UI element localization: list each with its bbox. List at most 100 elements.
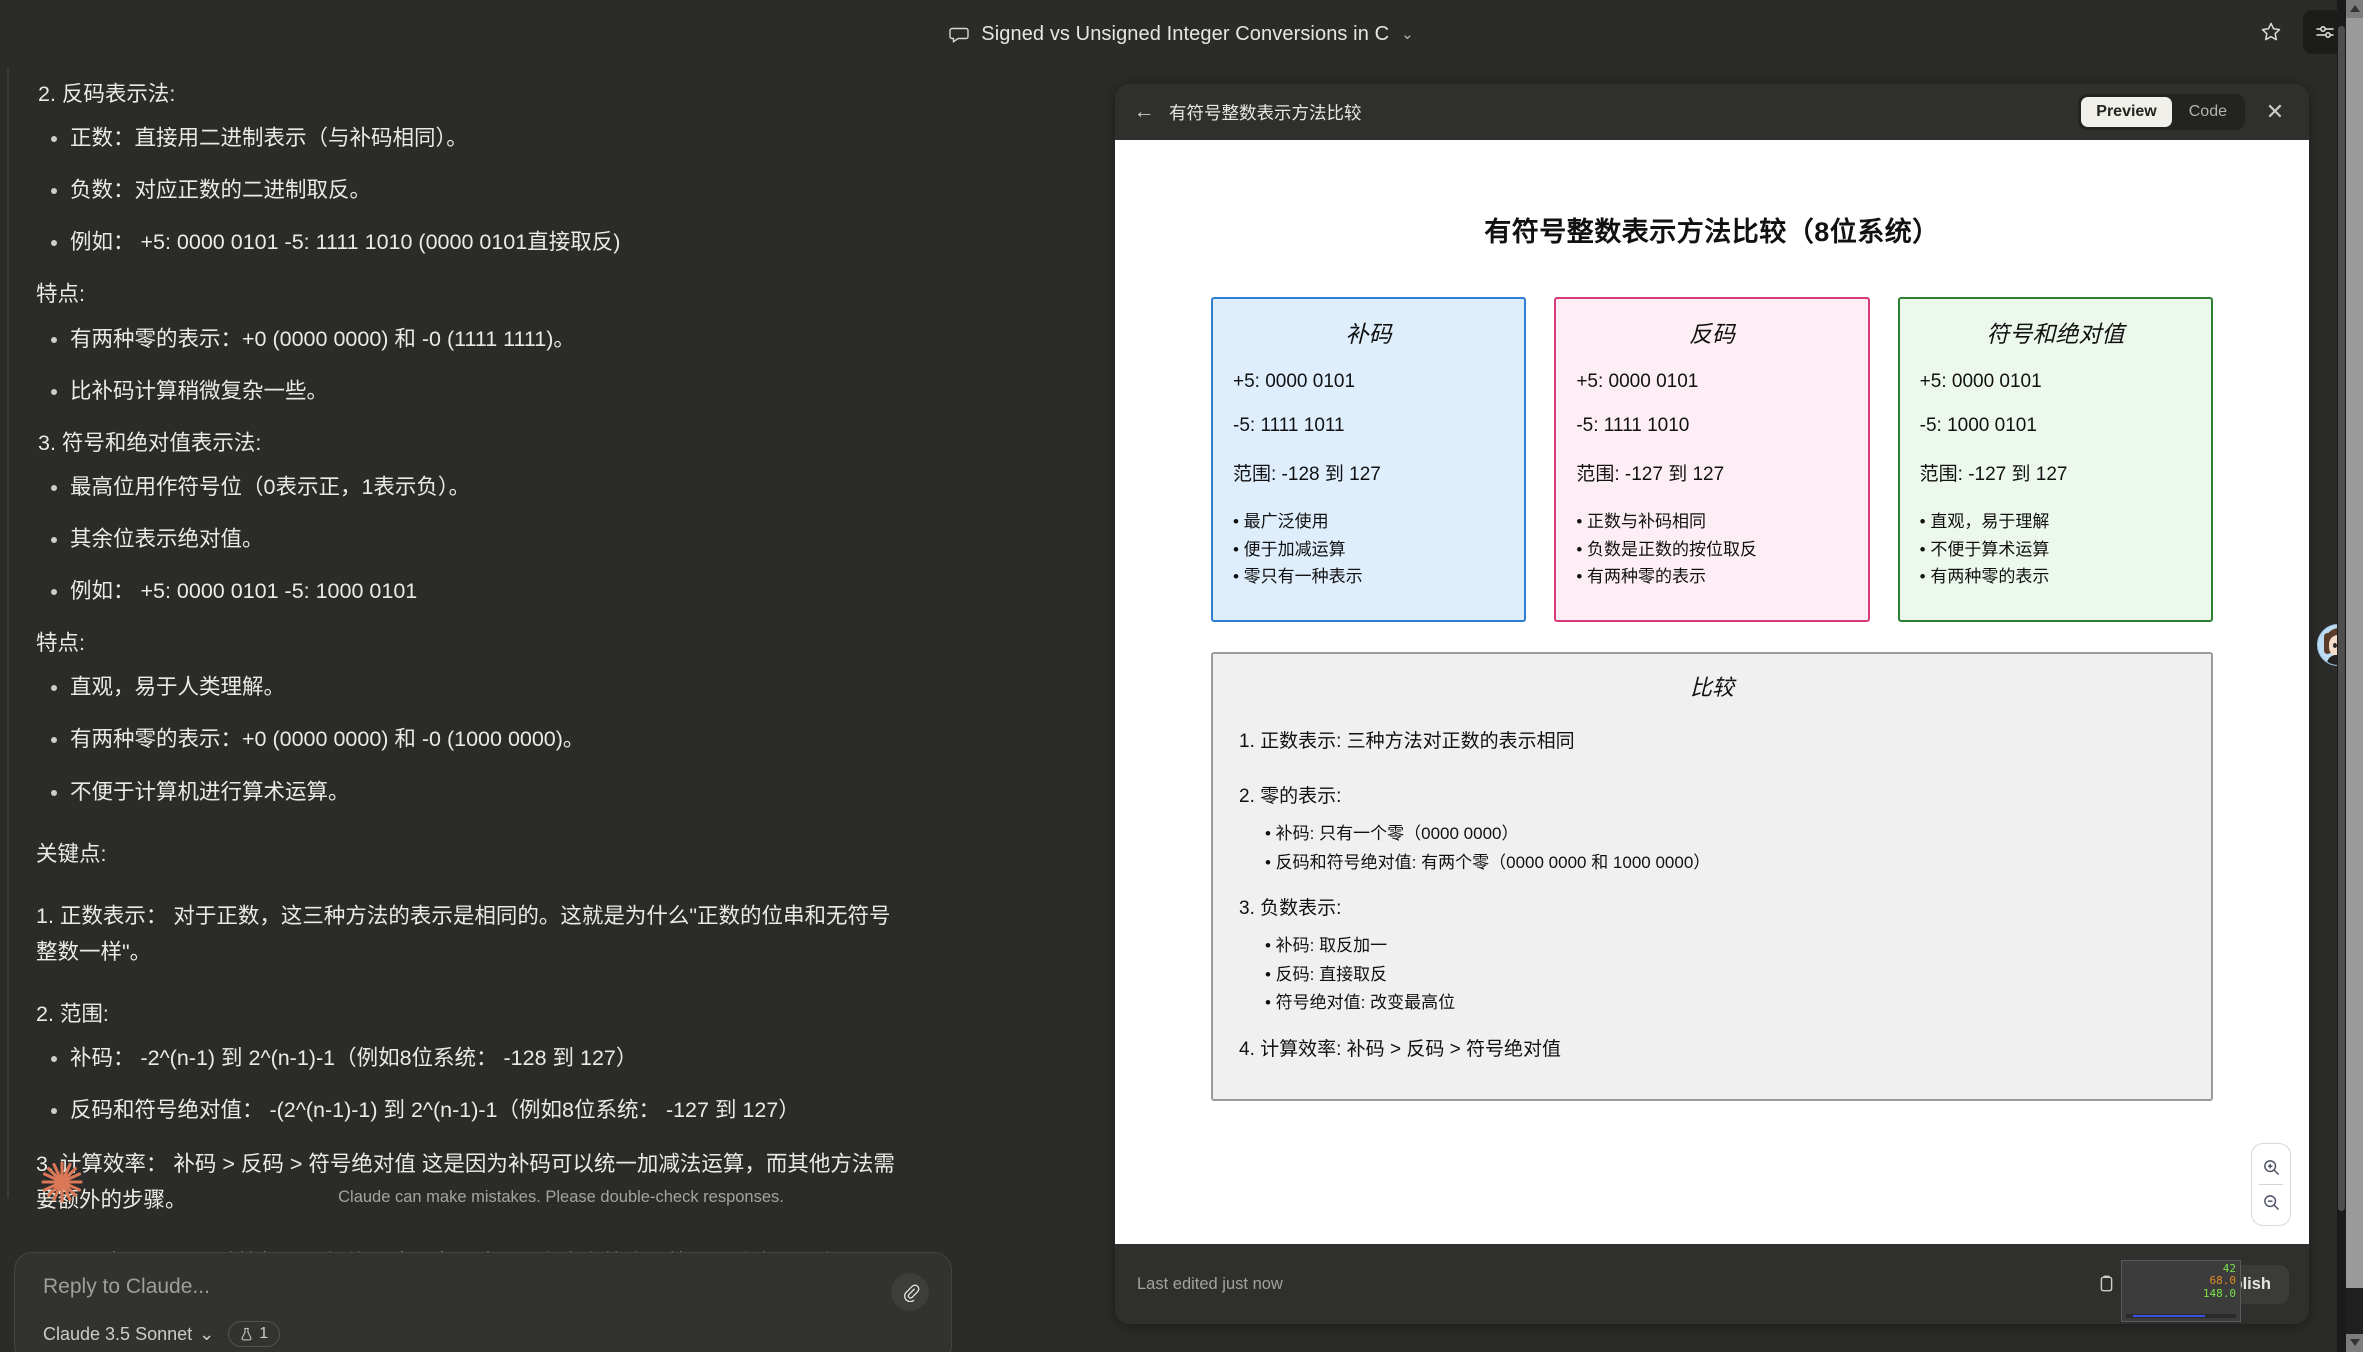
- zoom-out-icon[interactable]: [2252, 1185, 2290, 1219]
- composer-footer: Claude 3.5 Sonnet ⌄ 1: [43, 1321, 281, 1347]
- card-bullet: • 正数与补码相同: [1576, 512, 1707, 531]
- card-bullet: • 有两种零的表示: [1576, 567, 1707, 587]
- card-bullet: • 负数是正数的按位取反: [1576, 539, 1758, 559]
- clipboard-icon: [2100, 1275, 2113, 1292]
- card-bullet: • 不便于算术运算: [1919, 539, 2050, 559]
- tab-code[interactable]: Code: [2174, 97, 2242, 127]
- list-item: 例如： +5: 0000 0101 -5: 1000 0101: [70, 573, 898, 609]
- list-item: 直观，易于人类理解。: [70, 669, 898, 705]
- chat-title-group[interactable]: Signed vs Unsigned Integer Conversions i…: [949, 22, 1414, 46]
- comparison-subitem: • 补码: 取反加一: [1265, 936, 1388, 956]
- chat-column: 2. 反码表示法: 正数：直接用二进制表示（与补码相同）。 负数：对应正数的二进…: [0, 68, 952, 1352]
- list-item-heading: 2. 反码表示法:: [38, 82, 176, 106]
- view-mode-tabs: Preview Code: [2078, 94, 2245, 130]
- card-positive-value: +5: 0000 0101: [1233, 371, 1356, 392]
- bullet-list: 直观，易于人类理解。 有两种零的表示：+0 (0000 0000) 和 -0 (…: [36, 669, 898, 809]
- card-bullets: • 直观，易于理解 • 不便于算术运算 • 有两种零的表示: [1920, 508, 2191, 591]
- paperclip-icon: [903, 1284, 919, 1302]
- list-item: 不便于计算机进行算术运算。: [70, 774, 898, 810]
- scroll-up-button[interactable]: [2346, 0, 2363, 18]
- overlay-hud-widget[interactable]: 42 68.0 148.0: [2121, 1260, 2241, 1322]
- card-title: 反码: [1688, 321, 1735, 347]
- scroll-down-button[interactable]: [2346, 1334, 2363, 1352]
- card-positive-value: +5: 0000 0101: [1919, 371, 2042, 392]
- back-arrow-icon[interactable]: ←: [1133, 100, 1155, 124]
- card-range: 范围: -128 到 127: [1233, 464, 1381, 485]
- bullet-list: 正数：直接用二进制表示（与补码相同）。 负数：对应正数的二进制取反。 例如： +…: [36, 120, 898, 260]
- list-item: 有两种零的表示：+0 (0000 0000) 和 -0 (1111 1111)。: [70, 321, 898, 357]
- model-selector[interactable]: Claude 3.5 Sonnet ⌄: [43, 1324, 214, 1345]
- bullet-list: 最高位用作符号位（0表示正，1表示负）。 其余位表示绝对值。 例如： +5: 0…: [36, 469, 898, 609]
- card-bullets: • 最广泛使用 • 便于加减运算 • 零只有一种表示: [1233, 508, 1504, 591]
- last-edited-status: Last edited just now: [1137, 1274, 1283, 1293]
- assistant-message: 2. 反码表示法: 正数：直接用二进制表示（与补码相同）。 负数：对应正数的二进…: [26, 68, 926, 1352]
- list-item: 有两种零的表示：+0 (0000 0000) 和 -0 (1000 0000)。: [70, 721, 898, 757]
- comparison-item-3: 3. 负数表示:: [1239, 898, 1342, 920]
- top-bar-actions: [2249, 10, 2347, 54]
- disclaimer-text: Claude can make mistakes. Please double-…: [338, 1188, 784, 1206]
- hud-value-3: 148.0: [2202, 1286, 2236, 1300]
- list-item: 其余位表示绝对值。: [70, 521, 898, 557]
- representation-cards: 补码 +5: 0000 0101 -5: 1111 1011 范围: -128 …: [1211, 297, 2213, 622]
- artifact-preview-canvas: 有符号整数表示方法比较（8位系统） 补码 +5: 0000 0101 -5: 1…: [1115, 140, 2309, 1244]
- chevron-down-icon[interactable]: ⌄: [1401, 25, 1414, 43]
- comparison-item-1: 1. 正数表示: 三种方法对正数的表示相同: [1239, 731, 1575, 752]
- hud-value-2: 68.0: [2209, 1274, 2237, 1288]
- card-ones-complement: 反码 +5: 0000 0101 -5: 1111 1010 范围: -127 …: [1554, 297, 1870, 622]
- chat-bubble-icon: [949, 24, 971, 44]
- document-title: 有符号整数表示方法比较（8位系统）: [1484, 217, 1940, 247]
- list-item: 反码和符号绝对值： -(2^(n-1)-1) 到 2^(n-1)-1（例如8位系…: [70, 1092, 898, 1128]
- chevron-down-icon: ⌄: [199, 1323, 215, 1344]
- card-title: 符号和绝对值: [1986, 321, 2125, 347]
- artifact-footer: Last edited just now Publish 42 68.0 148…: [1115, 1244, 2309, 1324]
- card-sign-magnitude: 符号和绝对值 +5: 0000 0101 -5: 1000 0101 范围: -…: [1897, 297, 2213, 622]
- list-item: 例如： +5: 0000 0101 -5: 1111 1010 (0000 01…: [70, 224, 898, 260]
- feature-label: 特点:: [36, 631, 85, 656]
- window-scrollbar[interactable]: [2346, 0, 2363, 1352]
- zoom-in-icon[interactable]: [2252, 1150, 2290, 1184]
- reply-input[interactable]: Reply to Claude...: [43, 1275, 210, 1299]
- list-item: 正数：直接用二进制表示（与补码相同）。: [70, 120, 898, 156]
- card-bullet: • 便于加减运算: [1233, 539, 1346, 559]
- comparison-subitem: • 反码和符号绝对值: 有两个零（0000 0000 和 1000 0000）: [1265, 852, 1711, 872]
- document-page: 有符号整数表示方法比较（8位系统） 补码 +5: 0000 0101 -5: 1…: [1115, 140, 2309, 1111]
- close-icon[interactable]: ✕: [2259, 99, 2291, 125]
- artifact-panel: ← 有符号整数表示方法比较 Preview Code ✕ 有符号整数表示方法比较…: [1115, 84, 2309, 1324]
- message-composer[interactable]: Reply to Claude... Claude 3.5 Sonnet ⌄ 1: [14, 1252, 952, 1352]
- experiments-badge[interactable]: 1: [228, 1321, 281, 1347]
- bullet-list: 有两种零的表示：+0 (0000 0000) 和 -0 (1111 1111)。…: [36, 321, 898, 409]
- artifact-title: 有符号整数表示方法比较: [1169, 102, 1362, 123]
- list-item: 补码： -2^(n-1) 到 2^(n-1)-1（例如8位系统： -128 到 …: [70, 1040, 898, 1076]
- card-twos-complement: 补码 +5: 0000 0101 -5: 1111 1011 范围: -128 …: [1211, 297, 1527, 622]
- comparison-box: 比较 1. 正数表示: 三种方法对正数的表示相同 2. 零的表示: • 补码: …: [1211, 652, 2213, 1101]
- key-point-2-heading: 2. 范围:: [36, 1001, 109, 1026]
- card-bullet: • 最广泛使用: [1233, 512, 1329, 531]
- bullet-list: 补码： -2^(n-1) 到 2^(n-1)-1（例如8位系统： -128 到 …: [36, 1040, 898, 1128]
- card-positive-value: +5: 0000 0101: [1576, 371, 1699, 392]
- hud-progress-bar: [2126, 1314, 2236, 1318]
- card-negative-value: -5: 1111 1011: [1233, 415, 1345, 436]
- star-icon[interactable]: [2249, 10, 2293, 54]
- page-title: Signed vs Unsigned Integer Conversions i…: [981, 22, 1390, 45]
- key-point-1: 1. 正数表示： 对于正数，这三种方法的表示是相同的。这就是为什么"正数的位串和…: [36, 903, 891, 964]
- artifact-header: ← 有符号整数表示方法比较 Preview Code ✕: [1115, 84, 2309, 140]
- attach-button[interactable]: [891, 1273, 929, 1311]
- zoom-controls: [2251, 1143, 2291, 1226]
- comparison-subitem: • 符号绝对值: 改变最高位: [1265, 993, 1456, 1013]
- list-item: 最高位用作符号位（0表示正，1表示负）。: [70, 469, 898, 505]
- comparison-item-2: 2. 零的表示:: [1239, 786, 1342, 807]
- inner-scrollbar[interactable]: [2337, 0, 2346, 1352]
- comparison-item-4: 4. 计算效率: 补码 > 反码 > 符号绝对值: [1239, 1038, 1561, 1060]
- card-bullet: • 有两种零的表示: [1919, 567, 2050, 587]
- tab-preview[interactable]: Preview: [2081, 97, 2172, 127]
- comparison-subitem: • 补码: 只有一个零（0000 0000）: [1265, 824, 1519, 843]
- beaker-icon: [241, 1327, 252, 1341]
- experiments-count: 1: [259, 1325, 269, 1342]
- scrollbar-thumb[interactable]: [2346, 18, 2363, 1288]
- card-title: 补码: [1345, 321, 1392, 347]
- copy-artifact-button[interactable]: [2089, 1267, 2123, 1301]
- comparison-subitem: • 反码: 直接取反: [1265, 964, 1388, 984]
- card-bullet: • 零只有一种表示: [1233, 567, 1363, 587]
- model-name: Claude 3.5 Sonnet: [43, 1323, 193, 1344]
- key-points-label: 关键点:: [36, 841, 107, 866]
